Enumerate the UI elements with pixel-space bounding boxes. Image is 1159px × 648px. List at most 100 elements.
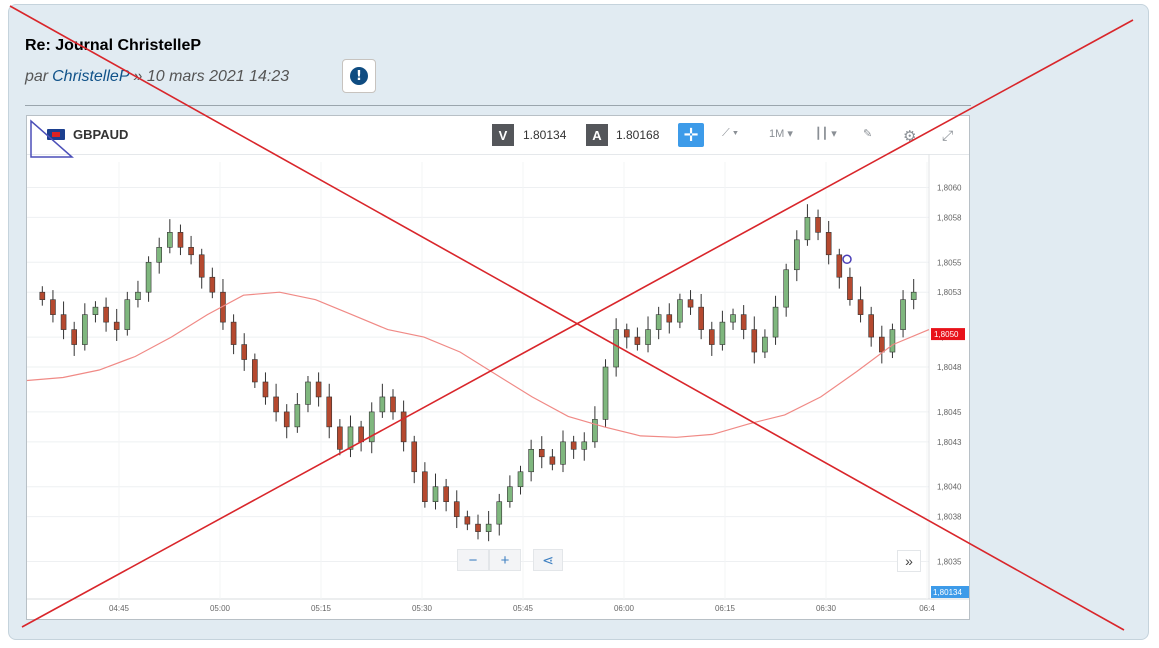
- zoom-in-button[interactable]: +: [489, 549, 521, 571]
- bid-value: 1.80134: [523, 128, 567, 142]
- post-meta: par ChristelleP » 10 mars 2021 14:23: [25, 68, 289, 86]
- x-tick-label: 06:15: [715, 604, 736, 613]
- y-tick-label: 1,8055: [937, 258, 962, 267]
- candle-up: [294, 404, 301, 428]
- candle-up: [592, 419, 598, 443]
- candle-down: [71, 329, 77, 345]
- report-button[interactable]: !: [342, 59, 376, 93]
- candle-down: [315, 381, 322, 398]
- forum-post: Re: Journal ChristelleP par ChristelleP …: [8, 4, 1149, 640]
- bid-price-label: 1,80134: [933, 588, 962, 597]
- share-icon[interactable]: ⋖: [533, 549, 563, 571]
- candle-down: [337, 426, 343, 450]
- candle-down: [103, 306, 109, 323]
- candle-up: [889, 329, 896, 353]
- candle-down: [687, 299, 694, 308]
- timeframe-select[interactable]: 1M ▾: [769, 127, 793, 140]
- candle-down: [453, 501, 460, 517]
- candle-up: [581, 441, 588, 450]
- candle-down: [740, 314, 747, 330]
- candle-down: [262, 381, 269, 398]
- candle-up: [900, 299, 906, 330]
- candle-down: [60, 314, 67, 330]
- moving-average-line: [27, 291, 930, 438]
- candle-up: [528, 449, 534, 473]
- candle-up: [432, 486, 439, 502]
- candle-up: [517, 471, 524, 488]
- candle-down: [198, 254, 205, 278]
- crosshair-icon[interactable]: ✛: [678, 123, 704, 147]
- ask-label[interactable]: A: [586, 124, 608, 146]
- candle-down: [230, 321, 237, 345]
- x-tick-label: 05:00: [210, 604, 231, 613]
- x-tick-label: 06:00: [614, 604, 635, 613]
- chart-toolbar: GBPAUD V 1.80134 A 1.80168 ✛ ⟋ ▾ 1M ▾ ┃┃…: [27, 116, 969, 155]
- y-tick-label: 1,8040: [937, 483, 962, 492]
- x-tick-label: 04:45: [109, 604, 130, 613]
- candle-down: [400, 411, 407, 443]
- x-tick-label: 05:15: [311, 604, 332, 613]
- candle-up: [167, 232, 173, 248]
- candle-up: [645, 329, 651, 345]
- candle-up: [613, 329, 619, 368]
- candle-down: [283, 411, 290, 428]
- candle-up: [347, 426, 354, 450]
- post-date: » 10 mars 2021 14:23: [133, 68, 290, 85]
- candle-down: [570, 441, 577, 450]
- by-prefix: par: [25, 68, 49, 85]
- candle-up: [910, 291, 917, 300]
- gear-icon[interactable]: ⚙: [903, 127, 916, 145]
- candle-up: [156, 246, 163, 263]
- candle-up: [92, 306, 99, 315]
- candle-down: [422, 471, 428, 502]
- candle-up: [368, 411, 375, 443]
- candle-down: [411, 441, 418, 473]
- chart-image: GBPAUD V 1.80134 A 1.80168 ✛ ⟋ ▾ 1M ▾ ┃┃…: [26, 115, 970, 620]
- candle-up: [124, 299, 131, 330]
- y-tick-label: 1,8060: [937, 183, 962, 192]
- author-link[interactable]: ChristelleP: [52, 68, 129, 86]
- candle-down: [50, 299, 56, 315]
- candle-down: [358, 426, 364, 443]
- candle-down: [443, 486, 449, 502]
- x-tick-label: 05:30: [412, 604, 433, 613]
- y-tick-label: 1,8045: [937, 408, 962, 417]
- candle-up: [730, 314, 736, 323]
- exclamation-icon: !: [350, 67, 368, 85]
- line-chart-icon[interactable]: ⟋ ▾: [722, 127, 738, 140]
- candle-down: [390, 396, 396, 413]
- candle-down: [857, 299, 864, 315]
- x-tick-label: 05:45: [513, 604, 534, 613]
- y-tick-label: 1,8048: [937, 363, 962, 372]
- candle-down: [634, 336, 641, 345]
- post-title: Re: Journal ChristelleP: [25, 37, 202, 54]
- candle-up: [655, 314, 662, 330]
- draw-icon[interactable]: ✎: [863, 127, 872, 140]
- candle-up: [793, 239, 800, 271]
- candle-down: [475, 523, 481, 532]
- candle-up: [135, 291, 141, 300]
- candle-up: [496, 501, 503, 525]
- candle-down: [815, 217, 821, 233]
- bid-label[interactable]: V: [492, 124, 514, 146]
- candle-up: [507, 486, 513, 502]
- symbol-label: GBPAUD: [73, 127, 129, 142]
- candle-down: [847, 276, 853, 300]
- candle-down: [623, 329, 630, 338]
- y-tick-label: 1,8038: [937, 513, 962, 522]
- candle-down: [177, 232, 184, 248]
- candle-down: [188, 246, 194, 256]
- candlestick-icon[interactable]: ┃┃ ▾: [815, 127, 837, 140]
- candle-down: [751, 329, 758, 353]
- candle-up: [677, 299, 683, 323]
- forward-button[interactable]: »: [897, 550, 921, 572]
- candle-up: [305, 381, 311, 405]
- y-tick-label: 1,8043: [937, 438, 962, 447]
- candle-down: [666, 314, 673, 323]
- candle-down: [698, 306, 704, 330]
- candle-down: [113, 321, 120, 330]
- x-tick-label: 06:30: [816, 604, 837, 613]
- candle-up: [772, 306, 779, 338]
- expand-icon[interactable]: ⤢: [942, 127, 953, 144]
- zoom-out-button[interactable]: −: [457, 549, 489, 571]
